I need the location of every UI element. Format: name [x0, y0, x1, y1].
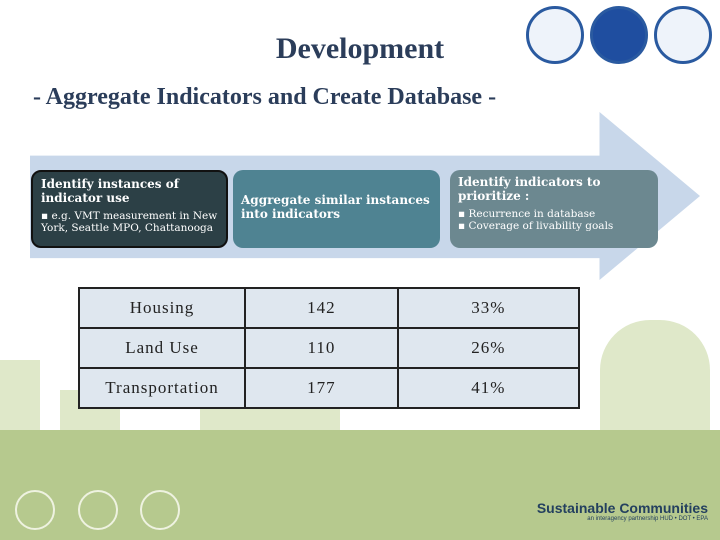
indicator-table: Housing 142 33% Land Use 110 26% Transportat… [78, 287, 581, 409]
step-heading: Identify instances of indicator use [41, 177, 179, 205]
slide-title: Development [275, 32, 445, 65]
table-row: Housing 142 33% [78, 287, 581, 329]
step-aggregate: Aggregate similar instances into indicat… [233, 170, 440, 248]
step-bullet: ▪ Coverage of livability goals [458, 219, 614, 232]
count-cell: 142 [244, 287, 399, 329]
sustainable-communities-logo: Sustainable Communities an interagency p… [536, 500, 708, 522]
epa-seal-footer-icon [140, 490, 180, 530]
category-cell: Transportation [78, 367, 246, 409]
step-bullet: ▪ e.g. VMT measurement in New York, Seat… [41, 209, 218, 234]
percent-cell: 33% [396, 287, 581, 329]
percent-cell: 26% [396, 327, 581, 369]
count-cell: 110 [244, 327, 399, 369]
step-prioritize: Identify indicators to prioritize : ▪ Re… [450, 170, 658, 248]
step-bullet: ▪ Recurrence in database [458, 207, 596, 220]
step-identify-instances: Identify instances of indicator use ▪ e.… [31, 170, 228, 248]
category-cell: Land Use [78, 327, 246, 369]
step-heading: Identify indicators to prioritize : [458, 175, 601, 203]
hud-seal-footer-icon [15, 490, 55, 530]
table-row: Transportation 177 41% [78, 367, 581, 409]
slide-subtitle: - Aggregate Indicators and Create Databa… [33, 84, 497, 110]
percent-cell: 41% [396, 367, 581, 409]
step-heading: Aggregate similar instances into indicat… [241, 193, 430, 221]
category-cell: Housing [78, 287, 246, 329]
count-cell: 177 [244, 367, 399, 409]
table-row: Land Use 110 26% [78, 327, 581, 369]
dot-seal-footer-icon [78, 490, 118, 530]
